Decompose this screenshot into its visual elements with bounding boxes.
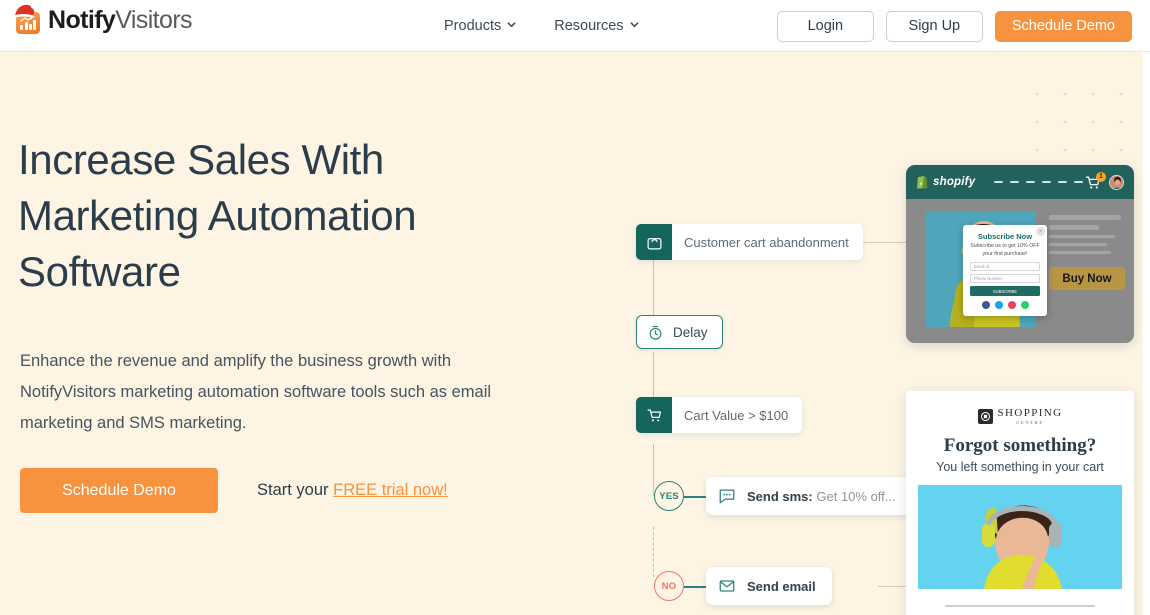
flow-node-cart-abandonment-label: Customer cart abandonment (672, 235, 863, 250)
hero-subheading: Enhance the revenue and amplify the busi… (20, 346, 530, 439)
nav-item-products[interactable]: Products (444, 18, 516, 34)
shopify-preview-card: s shopify 1 (906, 165, 1134, 343)
main-nav: Products Resources (444, 0, 639, 52)
flow-node-cart-value[interactable]: Cart Value > $100 (636, 397, 802, 433)
shopify-bag-icon: s (916, 175, 928, 189)
popup-social-icons (970, 301, 1040, 309)
automation-flowchart: Customer cart abandonment Delay Cart Val… (636, 112, 906, 615)
email-subline: You left something in your cart (906, 460, 1134, 474)
shopify-nav-placeholders (994, 181, 1083, 183)
flow-node-send-email-bold: Send email (747, 579, 816, 594)
hero-section: Increase Sales With Marketing Automation… (0, 52, 1143, 615)
product-text-placeholders (1049, 215, 1121, 259)
flow-connector (653, 260, 654, 317)
close-icon[interactable]: × (1036, 227, 1045, 236)
flow-node-send-email[interactable]: Send email (706, 567, 832, 605)
flow-node-send-sms-bold: Send sms: (747, 489, 813, 504)
subscribe-popup: × Subscribe Now Subscribe us to get 10% … (963, 225, 1047, 316)
site-logo[interactable]: NotifyVisitors (16, 7, 192, 33)
header-actions: Login Sign Up Schedule Demo (777, 0, 1132, 52)
flow-badge-no: NO (654, 571, 684, 601)
flow-node-delay-label: Delay (673, 325, 708, 340)
logo-bars (20, 18, 36, 30)
chevron-down-icon (507, 20, 516, 29)
nav-item-products-label: Products (444, 18, 501, 34)
login-button[interactable]: Login (777, 11, 874, 42)
shopify-topbar: s shopify 1 (906, 165, 1134, 199)
chat-bubble-icon (718, 487, 736, 505)
hero-cta-row: Schedule Demo Start your FREE trial now! (20, 468, 448, 513)
user-avatar[interactable] (1109, 175, 1124, 190)
flow-node-send-sms-label: Send sms: Get 10% off... (747, 489, 896, 504)
nav-item-resources-label: Resources (554, 18, 623, 34)
shopping-centre-logo-icon (978, 409, 993, 424)
email-brand-label: SHOPPING (998, 407, 1063, 419)
envelope-icon (718, 577, 736, 595)
site-header: NotifyVisitors Products Resources Login … (0, 0, 1150, 52)
shopify-body: Buy Now × Subscribe Now Subscribe us to … (906, 199, 1134, 343)
flow-connector (653, 444, 654, 496)
popup-email-input[interactable]: Email Id (970, 262, 1040, 271)
flow-badge-yes: YES (654, 481, 684, 511)
logo-text-secondary: Visitors (115, 6, 192, 34)
email-brand-sublabel: CENTRE (998, 420, 1063, 425)
whatsapp-icon[interactable] (1021, 301, 1029, 309)
shopping-bag-icon (636, 224, 672, 260)
santa-hat-icon (13, 3, 37, 19)
email-divider (945, 605, 1095, 607)
signup-button[interactable]: Sign Up (886, 11, 983, 42)
flow-node-delay[interactable]: Delay (636, 315, 723, 349)
shopify-topbar-right: 1 (1085, 175, 1124, 190)
flow-node-send-email-label: Send email (747, 579, 816, 594)
email-brand: SHOPPING CENTRE (906, 407, 1134, 425)
flow-node-send-sms[interactable]: Send sms: Get 10% off... (706, 477, 912, 515)
flow-node-send-sms-rest: Get 10% off... (816, 489, 895, 504)
free-trial-link[interactable]: FREE trial now! (333, 481, 448, 499)
email-hero-photo (918, 485, 1122, 589)
nav-item-resources[interactable]: Resources (554, 18, 638, 34)
cart-count-badge: 1 (1096, 172, 1106, 182)
stopwatch-icon (647, 324, 664, 341)
facebook-icon[interactable] (982, 301, 990, 309)
popup-subscribe-button[interactable]: SUBSCRIBE (970, 286, 1040, 296)
logo-text: NotifyVisitors (48, 8, 192, 33)
twitter-icon[interactable] (995, 301, 1003, 309)
page-title: Increase Sales With Marketing Automation… (18, 132, 538, 300)
shopify-logo: s shopify (916, 175, 975, 189)
buy-now-button[interactable]: Buy Now (1049, 267, 1125, 290)
logo-text-primary: Notify (48, 6, 115, 34)
free-trial-text: Start your FREE trial now! (257, 481, 448, 500)
logo-mark (16, 7, 42, 33)
popup-title: Subscribe Now (970, 232, 1040, 241)
email-preview-card: SHOPPING CENTRE Forgot something? You le… (906, 391, 1134, 615)
schedule-demo-button-hero[interactable]: Schedule Demo (20, 468, 218, 513)
email-headline: Forgot something? (906, 435, 1134, 457)
popup-subtitle: Subscribe us to get 10% OFF your first p… (970, 243, 1040, 258)
flow-node-cart-abandonment[interactable]: Customer cart abandonment (636, 224, 863, 260)
free-trial-prefix: Start your (257, 481, 329, 499)
popup-phone-input[interactable]: Phone Number (970, 274, 1040, 283)
flow-node-cart-value-label: Cart Value > $100 (672, 408, 802, 423)
chevron-down-icon (630, 20, 639, 29)
schedule-demo-button-header[interactable]: Schedule Demo (995, 11, 1132, 42)
instagram-icon[interactable] (1008, 301, 1016, 309)
flow-connector-dashed (653, 527, 654, 577)
shopify-brand-label: shopify (933, 176, 975, 188)
shopping-cart-icon (636, 397, 672, 433)
